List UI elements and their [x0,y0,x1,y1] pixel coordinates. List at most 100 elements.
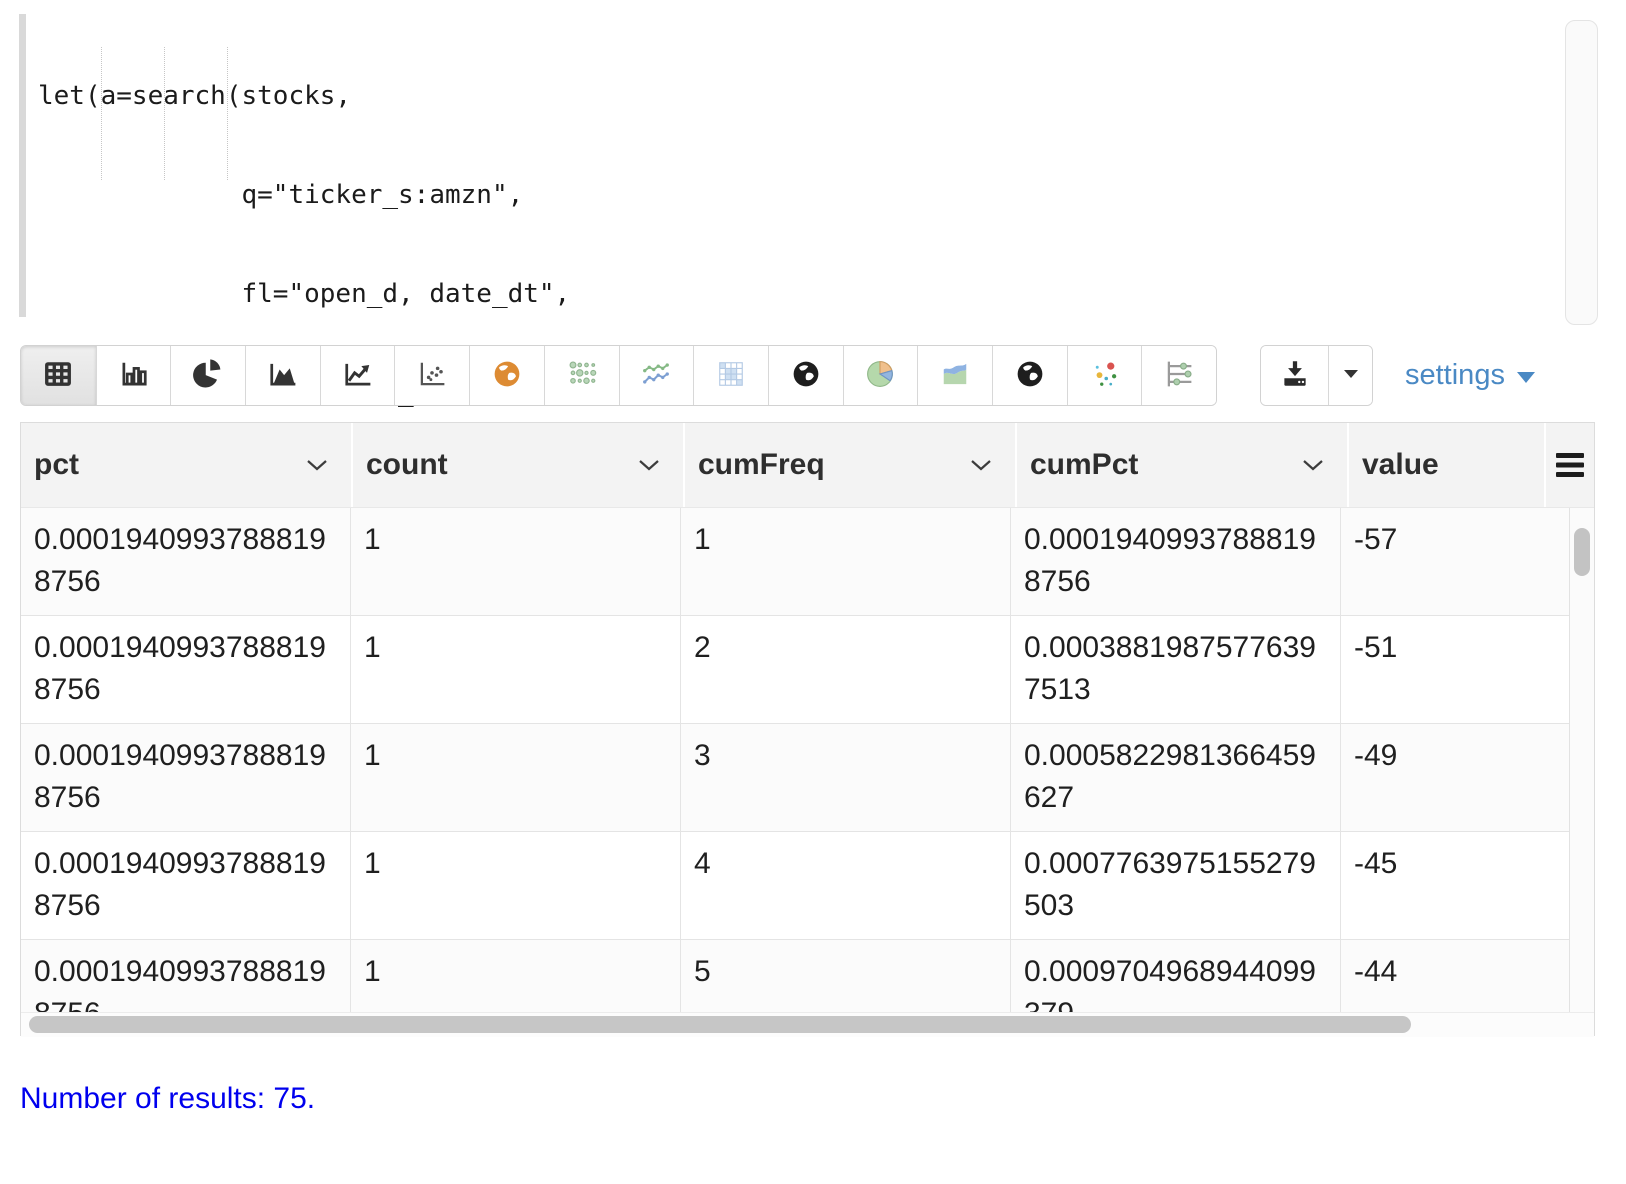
map-dark-2-button[interactable] [992,346,1067,405]
column-label: pct [34,448,79,482]
parallel-coordinates-icon [1161,356,1197,395]
cell-cumPct: 0.0007763975155279503 [1024,843,1326,927]
cell-value: -57 [1341,508,1569,615]
cell-count: 1 [351,508,681,615]
globe-dark-2-icon [1012,356,1048,395]
table-rows: 0.00019409937888198756 1 1 0.00019409937… [21,508,1569,1012]
table-row[interactable]: 0.00019409937888198756 1 3 0.00058229813… [21,724,1569,832]
column-header-count[interactable]: count [353,423,683,507]
cell-cumPct: 0.0009704968944099379 [1024,951,1326,1012]
line-chart-icon [340,356,376,395]
table-icon [40,356,76,395]
area-chart-color-icon [937,356,973,395]
cell-value: -51 [1341,616,1569,723]
settings-label: settings [1405,359,1505,392]
chevron-down-icon [1301,458,1325,472]
scatter-plot-button[interactable] [394,346,469,405]
page: let(a=search(stocks, q="ticker_s:amzn", … [0,0,1626,1184]
cell-pct: 0.00019409937888198756 [34,627,336,711]
caret-down-icon [1342,368,1360,383]
pie-chart-color-icon [862,356,898,395]
column-header-pct[interactable]: pct [21,423,351,507]
horizontal-scrollbar-thumb[interactable] [29,1016,1411,1033]
cell-pct: 0.00019409937888198756 [34,735,336,819]
cell-cumPct: 0.0005822981366459627 [1024,735,1326,819]
line-chart-button[interactable] [320,346,395,405]
cell-count: 1 [351,832,681,939]
area-chart-button[interactable] [245,346,320,405]
cell-cumPct: 0.00019409937888198756 [1024,519,1326,603]
map-dark-button[interactable] [768,346,843,405]
table-row[interactable]: 0.00019409937888198756 1 5 0.00097049689… [21,940,1569,1012]
download-button[interactable] [1261,346,1328,405]
heatmap-button[interactable] [693,346,768,405]
globe-orange-icon [489,356,525,395]
cell-count: 1 [351,724,681,831]
bar-chart-icon [116,356,152,395]
hamburger-menu-icon [1554,451,1586,479]
results-table: pct count cumFreq cumPct value [20,422,1595,1036]
download-icon [1278,357,1312,394]
code-editor[interactable]: let(a=search(stocks, q="ticker_s:amzn", … [0,6,1626,322]
visualization-toolbar: settings [0,345,1626,406]
table-row[interactable]: 0.00019409937888198756 1 1 0.00019409937… [21,508,1569,616]
editor-scrollbar[interactable] [1565,20,1598,325]
multi-line-chart-icon [638,356,674,395]
column-header-cumFreq[interactable]: cumFreq [685,423,1015,507]
download-button-group [1260,345,1373,406]
results-count-text: Number of results: 75. [20,1082,315,1116]
cell-count: 1 [351,616,681,723]
cell-cumFreq: 1 [681,508,1011,615]
chart-type-button-group [20,345,1217,406]
cell-cumFreq: 4 [681,832,1011,939]
chevron-down-icon [637,458,661,472]
table-header-row: pct count cumFreq cumPct value [21,423,1594,507]
code-line: q="ticker_s:amzn", [38,179,570,212]
settings-link[interactable]: settings [1405,345,1537,406]
cell-pct: 0.00019409937888198756 [34,951,336,1012]
bar-chart-button[interactable] [96,346,171,405]
globe-dark-icon [788,356,824,395]
column-label: count [366,448,448,482]
chevron-down-icon [969,458,993,472]
download-options-button[interactable] [1328,346,1372,405]
pie-chart-icon [190,356,226,395]
area-chart-color-button[interactable] [917,346,992,405]
vertical-scrollbar[interactable] [1569,508,1594,1012]
map-orange-button[interactable] [469,346,544,405]
chevron-down-icon [305,458,329,472]
cell-pct: 0.00019409937888198756 [34,843,336,927]
cell-pct: 0.00019409937888198756 [34,519,336,603]
column-header-cumPct[interactable]: cumPct [1017,423,1347,507]
cell-value: -45 [1341,832,1569,939]
cell-value: -49 [1341,724,1569,831]
code-line: let(a=search(stocks, [38,80,570,113]
bubble-grid-icon [564,356,600,395]
multi-line-chart-button[interactable] [619,346,694,405]
column-label: value [1362,448,1439,482]
cell-cumFreq: 5 [681,940,1011,1012]
heatmap-icon [713,356,749,395]
pie-chart-button[interactable] [170,346,245,405]
table-menu-button[interactable] [1546,423,1594,507]
table-row[interactable]: 0.00019409937888198756 1 2 0.00038819875… [21,616,1569,724]
horizontal-scrollbar[interactable] [21,1012,1594,1037]
column-label: cumFreq [698,448,825,482]
table-body: 0.00019409937888198756 1 1 0.00019409937… [21,507,1594,1012]
vertical-scrollbar-thumb[interactable] [1574,528,1590,576]
cell-count: 1 [351,940,681,1012]
area-chart-icon [265,356,301,395]
table-row[interactable]: 0.00019409937888198756 1 4 0.00077639751… [21,832,1569,940]
column-header-value[interactable]: value [1349,423,1544,507]
cell-cumFreq: 3 [681,724,1011,831]
caret-down-icon [1515,370,1537,385]
pie-chart-color-button[interactable] [843,346,918,405]
bubble-grid-button[interactable] [544,346,619,405]
scatter-color-button[interactable] [1067,346,1142,405]
parallel-coordinates-button[interactable] [1141,346,1216,405]
scatter-plot-icon [414,356,450,395]
scatter-color-icon [1086,356,1122,395]
cell-cumFreq: 2 [681,616,1011,723]
table-view-button[interactable] [21,346,96,405]
cell-cumPct: 0.00038819875776397513 [1024,627,1326,711]
